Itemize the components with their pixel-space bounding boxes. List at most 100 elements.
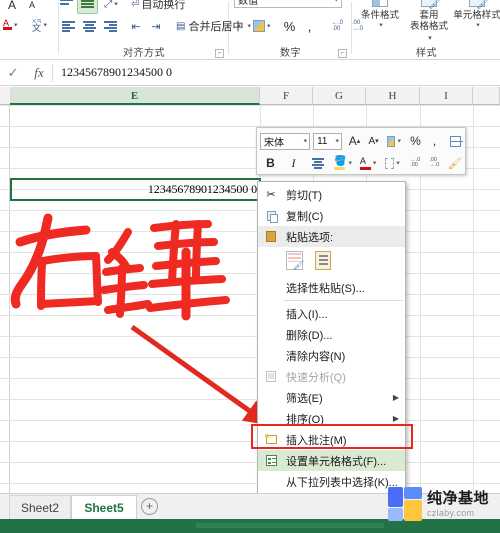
mini-toolbar-row-1: 宋体 ▾ 11 ▾ A ▴ A ▾ ▾ % , [257,130,465,152]
wrap-text-button[interactable]: ⏎ 自动换行 [127,0,189,14]
wrap-text-label: 自动换行 [141,0,186,11]
column-header-E[interactable]: E [10,87,260,105]
accounting-format-button[interactable]: ▾ [250,16,274,36]
context-menu-item-clear-contents[interactable]: 清除内容(N) [258,345,405,366]
context-menu-label: 插入批注(M) [286,434,347,447]
font-color-row: A ▾ ㄨㄢ 文 ▾ [0,15,50,35]
font-shrink-button[interactable]: A [22,0,42,15]
mini-fill-color-button[interactable]: 🪣 ▾ [332,154,354,173]
format-as-table-button[interactable]: 🖌 套用 表格格式 ▾ [407,0,451,44]
column-header-J[interactable] [473,87,500,105]
context-menu-label: 剪切(T) [286,189,323,202]
mini-font-size-field[interactable]: 11 ▾ [313,132,343,150]
mini-merge-cells-button[interactable] [447,132,464,151]
orientation-button[interactable]: ⤢ ▾ [101,0,121,14]
context-menu-item-insert[interactable]: 插入(I)... [258,303,405,324]
context-menu-label: 删除(D)... [286,329,333,342]
top-align-button[interactable] [56,0,77,14]
context-menu-label: 粘贴选项: [286,231,334,244]
ribbon-group-number: 数值 ▾ ▾ ▾ % , ←.0.00 .00→.0 [228,0,363,60]
sheet-tab-sheet5[interactable]: Sheet5 [71,495,137,520]
paste-option-paste-icon[interactable]: 🖌 [286,251,306,273]
context-menu-item-quick-analysis: ▤ 快速分析(Q) [258,366,405,387]
insert-function-icon[interactable]: fx [26,61,52,85]
context-menu-item-paste-options: 粘贴选项: [258,226,405,247]
phonetic-guide-button[interactable]: ㄨㄢ 文 ▾ [29,15,51,35]
sheet-tab-sheet2[interactable]: Sheet2 [9,495,71,520]
column-header-G[interactable]: G [313,87,366,105]
mini-font-color-button[interactable]: A ▾ [358,154,378,173]
mini-shrink-font-button[interactable]: A ▾ [365,132,382,151]
font-color-button[interactable]: A ▾ [0,15,21,35]
column-header-I[interactable]: I [420,87,473,105]
context-menu-item-pick-from-dropdown[interactable]: 从下拉列表中选择(K)... [258,471,405,492]
mini-borders-button[interactable]: ▾ [382,154,402,173]
formula-bar: ✓ fx 12345678901234500 0 [0,60,500,86]
mini-format-painter-button[interactable]: 🖌 [446,154,464,173]
conditional-format-button[interactable]: ≠ 条件格式 ▾ [357,0,403,29]
mini-italic-button[interactable]: I [285,154,302,173]
align-right-button[interactable] [100,16,121,36]
decrease-indent-button[interactable]: ⇤ [126,16,146,36]
number-format-more-button[interactable]: ▾ [228,16,248,36]
alignment-dialog-launcher[interactable]: ⌐ [215,49,224,58]
confirm-entry-icon[interactable]: ✓ [0,61,26,85]
mini-percent-button[interactable]: % [407,132,424,151]
add-sheet-button[interactable]: + [141,498,158,515]
context-menu-item-copy[interactable]: 复制(C) [258,205,405,226]
context-menu-label: 插入(I)... [286,308,328,321]
mini-grow-font-button[interactable]: A ▴ [346,132,363,151]
increase-decimal-button[interactable]: ←.0.00 [328,16,348,36]
watermark-subtitle: czlaby.com [427,507,475,518]
watermark-logo-icon [388,487,422,521]
increase-indent-button[interactable]: ⇥ [146,16,166,36]
mini-bold-button[interactable]: B [262,154,279,173]
column-header-F[interactable]: F [260,87,313,105]
context-menu-item-sort[interactable]: 排序(O) ▶ [258,408,405,429]
watermark: 纯净基地 czlaby.com [388,487,489,521]
formula-input[interactable]: 12345678901234500 0 [53,61,500,85]
selected-cell-E[interactable]: 12345678901234500 0 [10,178,261,201]
ribbon-group-styles: ≠ 条件格式 ▾ 🖌 套用 表格格式 ▾ [353,0,500,60]
context-menu-item-format-cells[interactable]: 设置单元格格式(F)... [258,450,405,471]
cell-styles-button[interactable]: 🖌 单元格样式 ▾ [453,0,500,29]
comma-style-button[interactable]: , [300,16,320,36]
middle-align-button[interactable] [77,0,98,14]
mini-decrease-decimal-button[interactable]: .00 →.0 [426,154,443,173]
context-menu-item-paste-special[interactable]: 选择性粘贴(S)... [258,277,405,298]
percent-style-button[interactable]: % [280,16,300,36]
group-label-alignment: 对齐方式 [123,48,165,59]
scissors-icon: ✂ [266,189,276,201]
context-menu-separator [284,300,403,301]
align-center-button[interactable] [79,16,100,36]
quick-analysis-icon: ▤ [266,371,276,382]
context-menu-label: 复制(C) [286,210,324,223]
mini-increase-decimal-button[interactable]: ←.0.00 [407,154,424,173]
mini-font-size-value: 11 [317,135,328,147]
mini-accounting-format-button[interactable]: ▾ [384,132,404,151]
format-cells-icon [263,453,279,468]
ribbon-group-alignment: ⤢ ▾ ⏎ 自动换行 ⇤ ⇥ ▤ 合并后居中 ▾ 对齐方式 ⌐ [58,0,251,60]
paste-option-values-icon[interactable] [315,251,335,273]
context-menu-item-delete[interactable]: 删除(D)... [258,324,405,345]
context-menu-item-cut[interactable]: ✂ 剪切(T) [258,184,405,205]
copy-icon [263,208,279,223]
mini-font-name-field[interactable]: 宋体 ▾ [260,132,311,150]
status-bar-indicator [196,523,384,528]
context-menu-label: 筛选(E) [286,392,323,405]
mini-comma-button[interactable]: , [426,132,443,151]
mini-center-align-button[interactable] [308,154,327,173]
column-header-H[interactable]: H [366,87,420,105]
font-grow-button[interactable]: A [2,0,22,15]
mini-formatting-toolbar: 宋体 ▾ 11 ▾ A ▴ A ▾ ▾ % , B I 🪣 ▾ A ▾ ▾ ←.… [256,127,466,175]
context-menu-item-filter[interactable]: 筛选(E) ▶ [258,387,405,408]
group-label-number: 数字 [280,48,301,59]
align-left-button[interactable] [58,16,79,36]
vertical-align-row: ⤢ ▾ ⏎ 自动换行 [56,0,189,14]
number-format-dropdown[interactable]: 数值 ▾ [234,0,342,8]
number-dialog-launcher[interactable]: ⌐ [338,49,347,58]
context-menu-item-insert-comment[interactable]: 插入批注(M) [258,429,405,450]
context-menu-label: 快速分析(Q) [286,371,346,384]
watermark-text: 纯净基地 czlaby.com [427,491,489,518]
grid-column-line [473,105,474,493]
